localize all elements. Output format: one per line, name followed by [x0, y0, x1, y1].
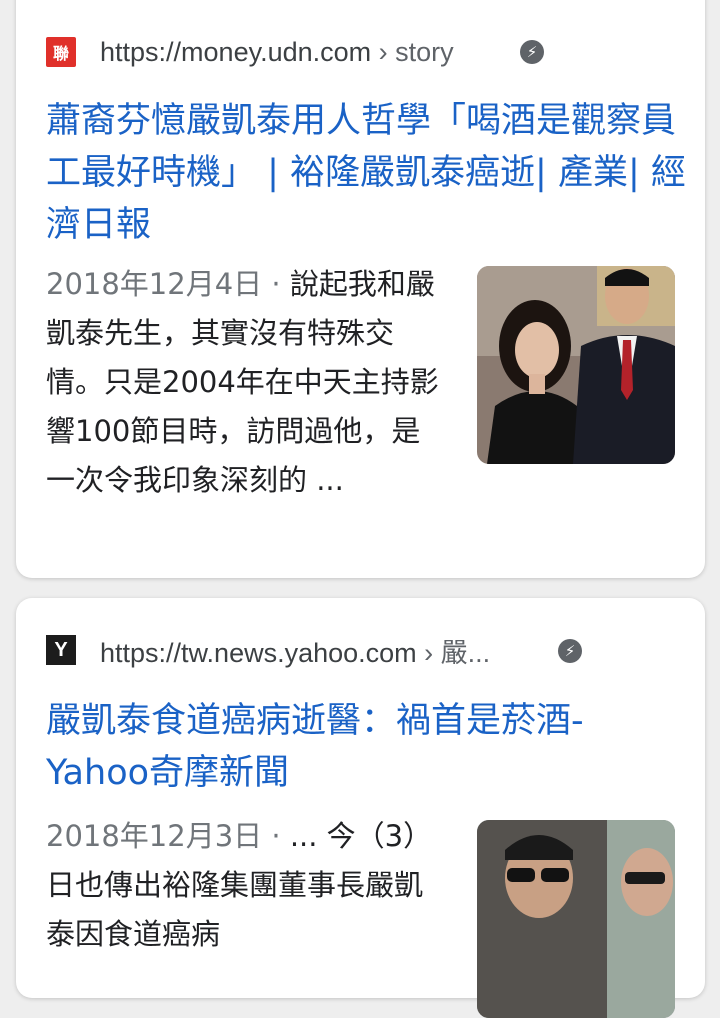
search-result-card[interactable]: Y https://tw.news.yahoo.com › 嚴... ⚡ 嚴凱泰… — [16, 598, 705, 1018]
result-thumbnail[interactable] — [477, 266, 675, 464]
result-date: 2018年12月3日 — [46, 819, 263, 853]
snippet-text: 說起我和嚴凱泰先生，其實沒有特殊交情。只是2004年在中天主持影響100節目時，… — [46, 267, 439, 497]
site-domain: https://tw.news.yahoo.com — [100, 637, 417, 668]
result-snippet: 2018年12月4日 · 說起我和嚴凱泰先生，其實沒有特殊交情。只是2004年在… — [46, 260, 446, 505]
site-domain: https://money.udn.com — [100, 36, 372, 67]
result-date: 2018年12月4日 — [46, 267, 263, 301]
yahoo-logo-icon: Y — [46, 635, 76, 665]
site-url: https://money.udn.com › story — [100, 37, 454, 68]
udn-logo-icon: 聯 — [46, 37, 76, 67]
result-title-link[interactable]: 蕭裔芬憶嚴凱泰用人哲學「喝酒是觀察員工最好時機」 | 裕隆嚴凱泰癌逝| 產業| … — [46, 95, 686, 251]
site-path: › 嚴... — [416, 637, 491, 668]
search-result-card[interactable]: 聯 https://money.udn.com › story ⚡ 蕭裔芬憶嚴凱… — [16, 0, 705, 578]
date-separator: · — [262, 819, 290, 853]
result-thumbnail[interactable] — [477, 820, 675, 1018]
site-info[interactable]: 聯 https://money.udn.com › story — [46, 32, 454, 72]
site-path: › story — [371, 36, 454, 67]
result-title-link[interactable]: 嚴凱泰食道癌病逝醫：禍首是菸酒- Yahoo奇摩新聞 — [46, 695, 686, 799]
amp-lightning-icon: ⚡ — [520, 40, 544, 64]
thumbnail-image — [477, 266, 675, 464]
thumbnail-image — [477, 820, 675, 1018]
site-url: https://tw.news.yahoo.com › 嚴... — [100, 631, 490, 670]
site-info[interactable]: Y https://tw.news.yahoo.com › 嚴... — [46, 630, 490, 670]
result-snippet: 2018年12月3日 · ... 今（3）日也傳出裕隆集團董事長嚴凱泰因食道癌病 — [46, 812, 446, 959]
amp-lightning-icon: ⚡ — [558, 639, 582, 663]
date-separator: · — [262, 267, 290, 301]
